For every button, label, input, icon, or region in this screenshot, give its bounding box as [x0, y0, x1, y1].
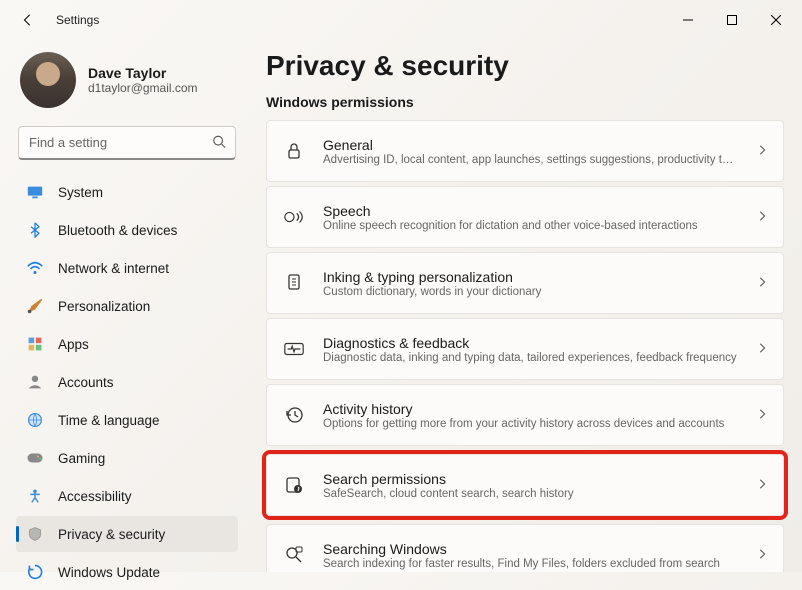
sidebar-item-label: Privacy & security — [58, 527, 165, 542]
sidebar-item-privacy-security[interactable]: Privacy & security — [16, 516, 238, 552]
sidebar-item-windows-update[interactable]: Windows Update — [16, 554, 238, 590]
globe-icon — [26, 411, 44, 429]
user-email: d1taylor@gmail.com — [88, 81, 198, 95]
close-button[interactable] — [754, 5, 798, 35]
card-subtitle: Options for getting more from your activ… — [323, 418, 739, 430]
card-title: Speech — [323, 203, 739, 219]
avatar — [20, 52, 76, 108]
settings-card-inking-typing-personalization[interactable]: Inking & typing personalizationCustom di… — [266, 252, 784, 314]
sidebar-item-label: Personalization — [58, 299, 150, 314]
history-icon — [283, 404, 305, 426]
sidebar-item-label: Network & internet — [58, 261, 169, 276]
back-button[interactable] — [12, 4, 44, 36]
chevron-right-icon — [757, 210, 767, 225]
settings-card-searching-windows[interactable]: Searching WindowsSearch indexing for fas… — [266, 524, 784, 572]
shield-icon — [26, 525, 44, 543]
monitor-icon — [26, 183, 44, 201]
settings-card-general[interactable]: GeneralAdvertising ID, local content, ap… — [266, 120, 784, 182]
minimize-icon — [683, 15, 693, 25]
user-block[interactable]: Dave Taylor d1taylor@gmail.com — [16, 40, 238, 126]
sidebar-item-label: System — [58, 185, 103, 200]
bluetooth-icon — [26, 221, 44, 239]
main-content: Privacy & security Windows permissions G… — [248, 40, 802, 572]
sidebar-item-label: Time & language — [58, 413, 160, 428]
card-title: Activity history — [323, 401, 739, 417]
card-title: Search permissions — [323, 471, 739, 487]
sidebar-item-gaming[interactable]: Gaming — [16, 440, 238, 476]
card-subtitle: Diagnostic data, inking and typing data,… — [323, 352, 739, 364]
nav-list: System Bluetooth & devices Network & inter… — [16, 174, 238, 590]
brush-icon — [26, 297, 44, 315]
user-name: Dave Taylor — [88, 65, 198, 81]
card-subtitle: SafeSearch, cloud content search, search… — [323, 488, 739, 500]
maximize-icon — [727, 15, 737, 25]
back-arrow-icon — [21, 13, 35, 27]
lock-icon — [283, 140, 305, 162]
chevron-right-icon — [757, 342, 767, 357]
titlebar: Settings — [0, 0, 802, 40]
speech-icon — [283, 206, 305, 228]
sidebar-item-accessibility[interactable]: Accessibility — [16, 478, 238, 514]
gamepad-icon — [26, 449, 44, 467]
card-subtitle: Advertising ID, local content, app launc… — [323, 154, 739, 166]
window-controls — [666, 5, 798, 35]
window-title: Settings — [56, 13, 99, 27]
sidebar-item-accounts[interactable]: Accounts — [16, 364, 238, 400]
card-title: Inking & typing personalization — [323, 269, 739, 285]
search-windows-icon — [283, 544, 305, 566]
sidebar-item-label: Gaming — [58, 451, 105, 466]
sidebar-item-label: Bluetooth & devices — [58, 223, 177, 238]
search-input[interactable] — [18, 126, 236, 160]
chevron-right-icon — [757, 548, 767, 563]
card-title: Searching Windows — [323, 541, 739, 557]
sidebar-item-bluetooth-devices[interactable]: Bluetooth & devices — [16, 212, 238, 248]
sidebar-item-personalization[interactable]: Personalization — [16, 288, 238, 324]
card-subtitle: Online speech recognition for dictation … — [323, 220, 739, 232]
sidebar-item-label: Apps — [58, 337, 89, 352]
close-icon — [771, 15, 781, 25]
settings-card-diagnostics-feedback[interactable]: Diagnostics & feedbackDiagnostic data, i… — [266, 318, 784, 380]
maximize-button[interactable] — [710, 5, 754, 35]
chevron-right-icon — [757, 144, 767, 159]
sidebar-item-system[interactable]: System — [16, 174, 238, 210]
settings-card-search-permissions[interactable]: Search permissionsSafeSearch, cloud cont… — [266, 454, 784, 516]
page-title: Privacy & security — [266, 50, 784, 82]
inking-icon — [283, 272, 305, 294]
minimize-button[interactable] — [666, 5, 710, 35]
update-icon — [26, 563, 44, 581]
search-icon — [212, 135, 226, 152]
highlighted-card-frame: Search permissionsSafeSearch, cloud cont… — [262, 450, 788, 520]
card-subtitle: Custom dictionary, words in your diction… — [323, 286, 739, 298]
sidebar: Dave Taylor d1taylor@gmail.com System Blu… — [0, 40, 248, 572]
search-wrap — [18, 126, 236, 160]
diagnostics-icon — [283, 338, 305, 360]
apps-icon — [26, 335, 44, 353]
accessibility-icon — [26, 487, 44, 505]
settings-card-speech[interactable]: SpeechOnline speech recognition for dict… — [266, 186, 784, 248]
card-subtitle: Search indexing for faster results, Find… — [323, 558, 739, 570]
settings-card-activity-history[interactable]: Activity historyOptions for getting more… — [266, 384, 784, 446]
section-title: Windows permissions — [266, 94, 784, 110]
search-permissions-icon — [283, 474, 305, 496]
chevron-right-icon — [757, 478, 767, 493]
sidebar-item-network-internet[interactable]: Network & internet — [16, 250, 238, 286]
person-icon — [26, 373, 44, 391]
settings-card-list: GeneralAdvertising ID, local content, ap… — [266, 120, 784, 572]
card-title: Diagnostics & feedback — [323, 335, 739, 351]
sidebar-item-label: Accounts — [58, 375, 114, 390]
card-title: General — [323, 137, 739, 153]
chevron-right-icon — [757, 276, 767, 291]
sidebar-item-apps[interactable]: Apps — [16, 326, 238, 362]
sidebar-item-label: Windows Update — [58, 565, 160, 580]
sidebar-item-label: Accessibility — [58, 489, 132, 504]
sidebar-item-time-language[interactable]: Time & language — [16, 402, 238, 438]
chevron-right-icon — [757, 408, 767, 423]
wifi-icon — [26, 259, 44, 277]
